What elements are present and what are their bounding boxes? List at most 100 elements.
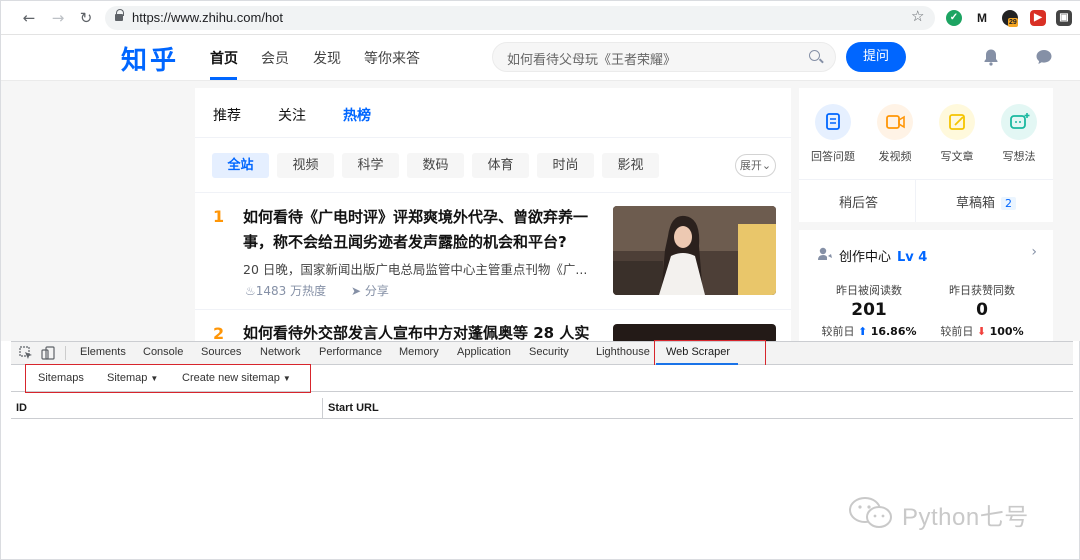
nav-membership[interactable]: 会员 [261,48,289,68]
tab-recommend[interactable]: 推荐 [213,105,241,125]
chips-divider [195,192,791,193]
drafts-count-badge: 2 [1001,197,1017,210]
thought-label: 写想法 [1002,150,1036,163]
creation-vdivider [915,180,916,222]
tab-hot[interactable]: 热榜 [343,105,371,125]
creator-center-card: 创作中心 Lv 4 › 昨日被阅读数 201 较前日 ⬆ 16.86% 昨日获赞同… [799,230,1053,341]
video-label: 发视频 [878,150,912,163]
share-label: 分享 [364,284,389,298]
wechat-watermark: Python七号 [847,496,1047,531]
back-icon[interactable]: ← [19,8,39,28]
tab-elements[interactable]: Elements [80,346,126,358]
stat-like-value: 0 [976,300,988,320]
answer-label: 回答问题 [811,150,855,163]
nav-active-indicator [210,77,237,80]
zhihu-header: 知乎 首页 会员 发现 等你来答 如何看待父母玩《王者荣耀》 提问 [1,35,1080,81]
chevron-down-icon: ⌄ [761,159,772,172]
article-label: 写文章 [940,150,974,163]
bookmark-star-icon[interactable]: ☆ [911,7,924,25]
toolbar-separator [65,346,66,360]
chip-video[interactable]: 视频 [277,153,334,178]
answer-question-button[interactable]: 回答问题 [803,104,863,164]
stat-like-delta: 较前日 ⬇ 100% [922,323,1042,339]
chip-sports[interactable]: 体育 [472,153,529,178]
tab-application[interactable]: Application [457,346,511,358]
post-video-button[interactable]: 发视频 [865,104,925,164]
tab-console[interactable]: Console [143,346,183,358]
extension-count-badge: 29 [1008,18,1018,27]
hot-rank-1: 1 [213,207,225,226]
tab-performance[interactable]: Performance [319,346,382,358]
chip-fashion[interactable]: 时尚 [537,153,594,178]
chevron-right-icon[interactable]: › [1031,244,1037,260]
hot-item-heat: ♨1483 万热度 [245,282,326,299]
creator-center-title[interactable]: 创作中心 Lv 4 [839,246,927,265]
thumbnail-image [613,206,776,295]
column-start-url[interactable]: Start URL [328,402,379,414]
zhihu-logo[interactable]: 知乎 [121,40,179,77]
nav-waiting-answers[interactable]: 等你来答 [364,48,420,68]
screenshot-frame: ← → ↻ https://www.zhihu.com/hot ☆ ✓ M 29… [0,0,1080,560]
tab-sources[interactable]: Sources [201,346,241,358]
answer-icon [815,104,851,140]
extension-check-icon[interactable]: ✓ [946,10,962,26]
tab-security[interactable]: Security [529,346,569,358]
chip-film[interactable]: 影视 [602,153,659,178]
drafts-button[interactable]: 草稿箱 2 [956,192,1017,211]
chip-digital[interactable]: 数码 [407,153,464,178]
stat-delta-label: 较前日 [821,325,855,338]
expand-button[interactable]: 展开⌄ [735,154,776,177]
creation-card: 回答问题 发视频 写文章 写想法 稍后答 草稿箱 2 [799,88,1053,222]
arrow-down-icon: ⬇ [976,325,987,338]
tab-memory[interactable]: Memory [399,346,439,358]
extension-web-icon[interactable]: 29 [1002,10,1018,27]
search-input[interactable]: 如何看待父母玩《王者荣耀》 [492,42,836,72]
sitemap-table-header: ID Start URL [11,398,1073,419]
write-article-button[interactable]: 写文章 [927,104,987,164]
extension-cube-icon[interactable]: ▣ [1056,10,1072,26]
share-button[interactable]: ➤ 分享 [351,282,389,299]
forward-icon[interactable]: → [48,8,68,28]
extension-m-icon[interactable]: M [974,10,990,26]
tabs-divider [195,137,791,138]
hot-item-title[interactable]: 如何看待外交部发言人宣布中方对蓬佩奥等 28 人实 [243,322,589,343]
expand-label: 展开 [739,159,762,172]
hot-list-card: 推荐 关注 热榜 全站 视频 科学 数码 体育 时尚 影视 展开⌄ 1 如何看待… [195,88,791,344]
address-bar[interactable]: https://www.zhihu.com/hot [105,6,935,30]
chip-science[interactable]: 科学 [342,153,399,178]
wechat-icon [849,497,892,528]
inspect-element-icon[interactable] [19,346,33,360]
reload-icon[interactable]: ↻ [76,8,96,28]
stat-delta-label: 较前日 [940,325,974,338]
hot-item-title[interactable]: 如何看待《广电时评》评郑爽境外代孕、曾欲弃养一事，称不会给丑闻劣迹者发声露脸的机… [243,205,603,255]
creator-center-label: 创作中心 [839,250,892,265]
bell-icon[interactable] [982,48,1000,66]
answer-later-button[interactable]: 稍后答 [839,192,878,211]
tab-lighthouse[interactable]: Lighthouse [596,346,650,358]
hot-item-excerpt[interactable]: 20 日晚，国家新闻出版广电总局监管中心主管重点刊物《广... [243,259,587,278]
write-thought-button[interactable]: 写想法 [989,104,1049,164]
address-url: https://www.zhihu.com/hot [132,10,284,25]
creator-icon [818,247,832,260]
column-divider [322,398,323,419]
watermark-text: Python七号 [902,504,1029,531]
hot-item-thumbnail[interactable] [613,206,776,295]
extension-play-icon[interactable]: ▶ [1030,10,1046,26]
tab-network[interactable]: Network [260,346,300,358]
creation-divider [799,179,1053,180]
message-icon[interactable] [1035,48,1053,66]
column-id[interactable]: ID [16,402,27,414]
drafts-label: 草稿箱 [956,196,996,211]
browser-toolbar: ← → ↻ https://www.zhihu.com/hot ☆ ✓ M 29… [1,1,1080,35]
stat-read-delta: 较前日 ⬆ 16.86% [809,323,929,339]
search-icon[interactable] [809,50,823,64]
nav-home[interactable]: 首页 [210,48,238,68]
chip-all-site[interactable]: 全站 [212,153,269,178]
thought-icon [1001,104,1037,140]
device-toggle-icon[interactable] [41,346,55,360]
stat-read-value: 201 [851,300,887,320]
ask-question-button[interactable]: 提问 [846,42,906,72]
creator-level-badge: Lv 4 [897,250,928,265]
nav-discover[interactable]: 发现 [313,48,341,68]
tab-follow[interactable]: 关注 [278,105,306,125]
